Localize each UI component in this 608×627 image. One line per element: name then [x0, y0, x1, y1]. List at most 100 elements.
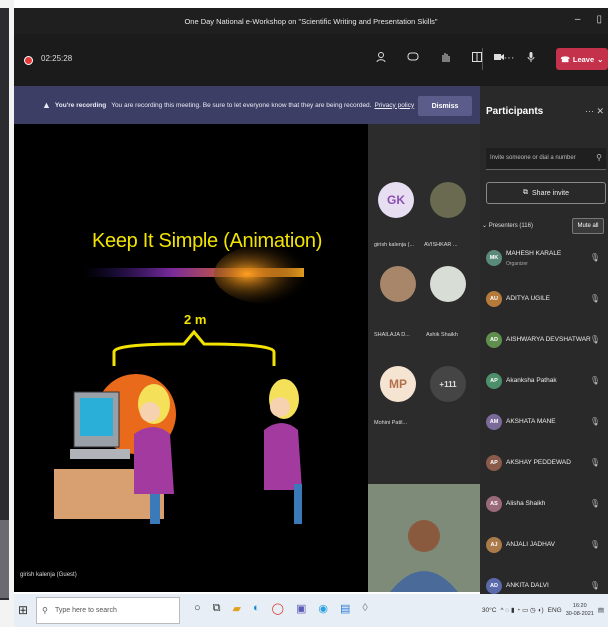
participant-name: Alisha Shaikh — [506, 500, 546, 507]
mic-off-icon: 🎙 — [589, 253, 600, 262]
opera-icon[interactable]: ◯ — [272, 602, 284, 615]
more-participants-button[interactable]: +111 — [430, 366, 466, 402]
window-title: One Day National e-Workshop on "Scientif… — [184, 16, 438, 26]
share-invite-icon: ⧉ — [523, 189, 529, 196]
list-item[interactable]: MK MAHESH KARALE Organizer 🎙 — [480, 244, 608, 285]
window-titlebar: One Day National e-Workshop on "Scientif… — [14, 8, 608, 34]
word-icon[interactable]: ▤ — [340, 602, 350, 615]
participant-name: AKSHAY PEDDEWAD — [506, 459, 571, 466]
self-video-image — [368, 484, 480, 592]
list-item[interactable]: AP AKSHAY PEDDEWAD 🎙 — [480, 449, 608, 490]
presenters-header-label: Presenters (116) — [488, 223, 533, 229]
presenters-header[interactable]: ⌄ Presenters (116) — [482, 222, 533, 229]
edge-icon[interactable]: ◐ — [253, 602, 260, 615]
mic-off-icon: 🎙 — [589, 540, 600, 549]
participant-name: ADITYA UGILE — [506, 295, 550, 302]
people-icon[interactable] — [374, 51, 388, 65]
panel-controls[interactable]: ··· ✕ — [585, 106, 604, 117]
minimize-button[interactable]: – — [575, 14, 581, 25]
tile-label: AVISHKAR ... — [424, 242, 458, 248]
avatar: AU — [486, 291, 502, 307]
invite-input[interactable]: Invite someone or dial a number ⚲ — [486, 148, 606, 170]
clock-date: 30-08-2021 — [565, 611, 594, 617]
list-item[interactable]: AJ ANJALI JADHAV 🎙 — [480, 531, 608, 572]
avatar[interactable] — [430, 182, 466, 218]
privacy-policy-link[interactable]: Privacy policy — [374, 102, 414, 109]
taskbar-search-placeholder: Type here to search — [55, 607, 117, 614]
clock-time: 16:20 — [572, 603, 587, 609]
participants-panel: Participants ··· ✕ Invite someone or dia… — [480, 86, 608, 594]
participant-list: MK MAHESH KARALE Organizer 🎙 AU ADITYA U… — [480, 244, 608, 596]
list-item[interactable]: AP Akanksha Pathak 🎙 — [480, 367, 608, 408]
task-view-icon[interactable]: ⧉ — [213, 602, 221, 615]
participant-gallery: GK girish kalenja (... AVISHKAR ... SHAI… — [368, 124, 480, 484]
app-icon[interactable]: ◊ — [362, 602, 367, 615]
warning-icon: ▲ — [42, 100, 51, 110]
chat-icon[interactable] — [406, 51, 420, 65]
avatar[interactable] — [380, 266, 416, 302]
avatar: AD — [486, 578, 502, 594]
mute-all-button[interactable]: Mute all — [572, 218, 604, 234]
shared-screen: Keep It Simple (Animation) 2 m girish ka… — [14, 124, 368, 592]
notification-icon[interactable]: ▤ — [598, 606, 604, 614]
avatar[interactable] — [430, 266, 466, 302]
hand-icon[interactable] — [438, 51, 452, 65]
background-window-strip — [0, 0, 14, 627]
leave-button[interactable]: ☎ Leave ⌄ — [556, 48, 608, 70]
tile-label: girish kalenja (... — [374, 242, 415, 248]
list-item[interactable]: AU ADITYA UGILE 🎙 — [480, 285, 608, 326]
avatar-initials: MP — [389, 377, 407, 391]
more-count: +111 — [439, 379, 457, 389]
mic-icon[interactable] — [524, 51, 538, 65]
participant-role: Organizer — [506, 261, 528, 267]
self-video — [368, 484, 480, 592]
share-invite-label: Share invite — [532, 189, 569, 197]
avatar: AP — [486, 455, 502, 471]
tile-label: Ashik Shaikh — [426, 332, 458, 338]
mic-off-icon: 🎙 — [589, 335, 600, 344]
avatar: AM — [486, 414, 502, 430]
tray-icons[interactable]: ^ ◌ ▮ ◔ ▭ ◷ ◖) — [500, 606, 543, 614]
invite-placeholder: Invite someone or dial a number — [490, 155, 576, 161]
weather-temp[interactable]: 30°C — [482, 607, 497, 614]
teams-icon[interactable]: ▣ — [296, 602, 306, 615]
panel-title: Participants — [486, 106, 544, 117]
avatar[interactable]: GK — [378, 182, 414, 218]
search-icon: ⚲ — [596, 153, 602, 162]
background-thumbnail — [0, 520, 9, 598]
phone-icon: ☎ — [560, 54, 570, 64]
chrome-icon[interactable]: ◉ — [318, 602, 328, 615]
dismiss-button[interactable]: Dismiss — [418, 96, 472, 116]
meeting-toolbar: 02:25:28 ··· ☎ Leave ⌄ — [14, 34, 608, 86]
cortana-icon[interactable]: ○ — [194, 602, 201, 615]
file-explorer-icon[interactable]: ▰ — [233, 602, 241, 615]
system-tray: 30°C ^ ◌ ▮ ◔ ▭ ◷ ◖) ENG 16:20 30-08-2021… — [482, 602, 604, 618]
list-item[interactable]: AS Alisha Shaikh 🎙 — [480, 490, 608, 531]
windows-start-icon[interactable]: ⊞ — [18, 603, 28, 617]
list-item[interactable]: AD ANKITA DALVI 🎙 — [480, 572, 608, 596]
avatar: AP — [486, 373, 502, 389]
avatar[interactable]: MP — [380, 366, 416, 402]
participant-name: AKSHATA MANE — [506, 418, 556, 425]
mic-off-icon: 🎙 — [589, 417, 600, 426]
avatar: AS — [486, 496, 502, 512]
slide-illustration — [54, 244, 324, 524]
mic-off-icon: 🎙 — [589, 376, 600, 385]
share-invite-button[interactable]: ⧉ Share invite — [486, 182, 606, 204]
list-item[interactable]: AM AKSHATA MANE 🎙 — [480, 408, 608, 449]
taskbar-search-input[interactable]: ⚲ Type here to search — [36, 597, 180, 624]
list-item[interactable]: AD AISHWARYA DEVSHATWAR 🎙 — [480, 326, 608, 367]
tile-label: Mohini Patil... — [374, 420, 408, 426]
recording-banner: ▲ You're recording You are recording thi… — [14, 86, 480, 124]
slide-title: Keep It Simple (Animation) — [92, 230, 323, 252]
search-icon: ⚲ — [42, 606, 48, 615]
clock[interactable]: 16:20 30-08-2021 — [566, 602, 594, 618]
language-indicator[interactable]: ENG — [548, 607, 562, 614]
leave-label: Leave — [572, 54, 595, 64]
mic-off-icon: 🎙 — [589, 499, 600, 508]
background-window — [0, 8, 9, 600]
restore-button[interactable]: ▯ — [596, 14, 602, 25]
camera-icon[interactable] — [492, 51, 506, 65]
participant-name: AISHWARYA DEVSHATWAR — [506, 336, 591, 343]
mic-off-icon: 🎙 — [589, 581, 600, 590]
